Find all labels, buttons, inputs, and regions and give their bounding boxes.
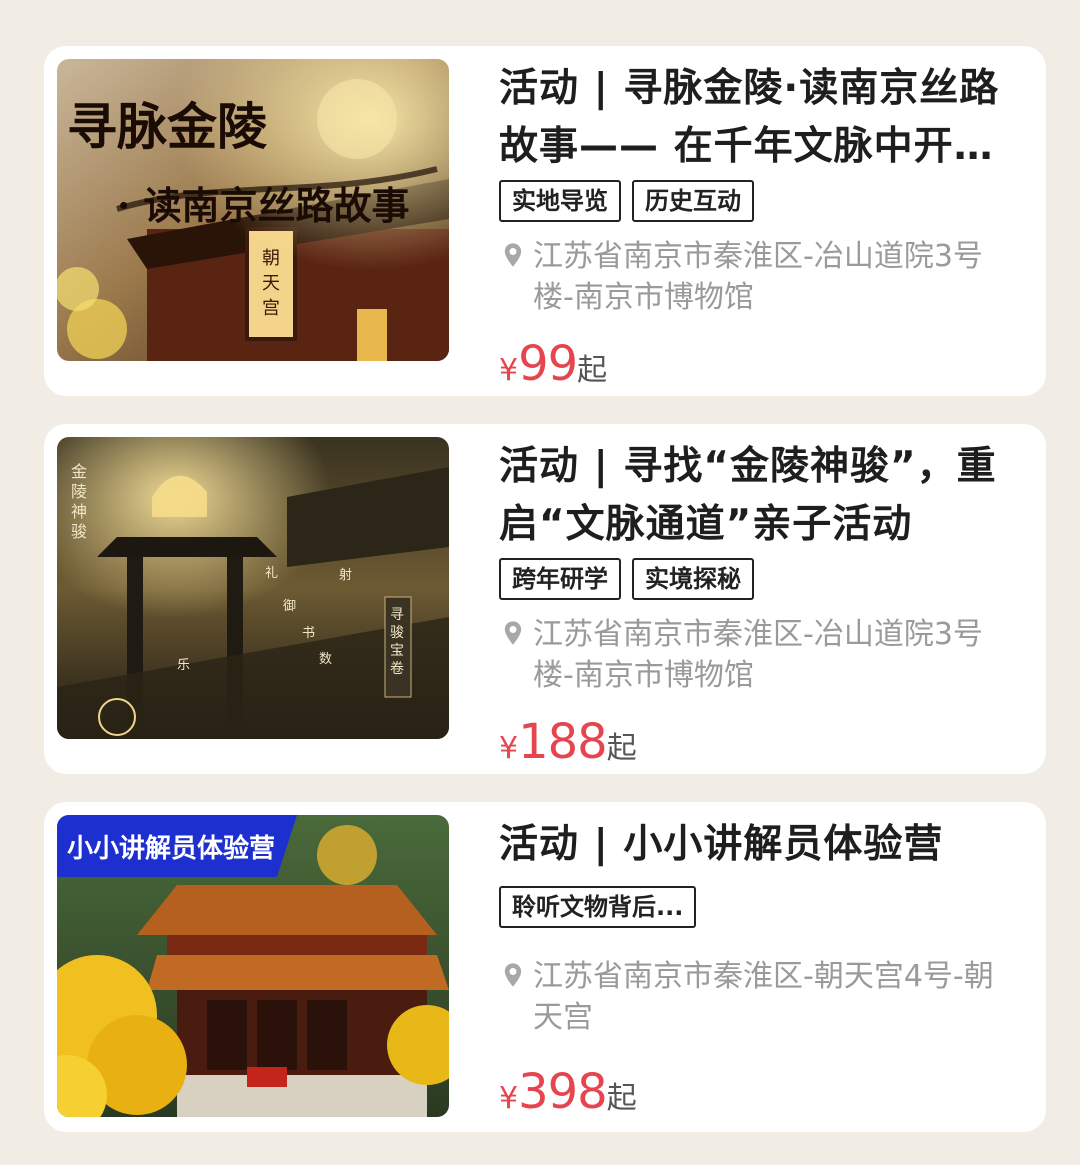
price-amount: 188 [518,714,608,770]
location: 江苏省南京市秦淮区-朝天宫4号-朝天宫 [499,956,1022,1038]
svg-text:书: 书 [302,626,315,641]
currency-symbol: ¥ [499,1081,519,1116]
price-amount: 99 [518,336,578,392]
activity-image-art: 寻脉金陵 · 读南京丝路故事 朝 天 宫 [57,59,449,361]
location: 江苏省南京市秦淮区-冶山道院3号楼-南京市博物馆 [499,236,1022,318]
location-text: 江苏省南京市秦淮区-冶山道院3号楼-南京市博物馆 [533,239,983,315]
activity-image[interactable]: 金 陵 神 骏 礼 射 御 书 数 乐 寻 骏 宝 卷 [57,437,449,739]
tag: 聆听文物背后... [499,886,697,928]
currency-symbol: ¥ [499,731,519,766]
location-text: 江苏省南京市秦淮区-朝天宫4号-朝天宫 [533,959,994,1035]
activity-title[interactable]: 活动 | 寻找“金陵神骏”，重启“文脉通道”亲子活动 [499,438,1022,554]
activity-card[interactable]: 寻脉金陵 · 读南京丝路故事 朝 天 宫 活动 | 寻脉金陵·读南京丝路故事——… [44,46,1046,396]
activity-info: 活动 | 寻脉金陵·读南京丝路故事—— 在千年文脉中开… 实地导览 历史互动 江… [499,60,1022,392]
activity-image[interactable]: 寻脉金陵 · 读南京丝路故事 朝 天 宫 [57,59,449,361]
tag: 实地导览 [499,180,621,222]
price-suffix: 起 [606,1081,637,1116]
svg-text:乐: 乐 [177,658,190,673]
tag: 实境探秘 [632,558,754,600]
svg-text:寻: 寻 [390,607,404,623]
activity-title[interactable]: 活动 | 小小讲解员体验营 [499,816,1022,874]
activity-info: 活动 | 寻找“金陵神骏”，重启“文脉通道”亲子活动 跨年研学 实境探秘 江苏省… [499,438,1022,770]
svg-text:神: 神 [71,502,87,521]
svg-text:骏: 骏 [71,522,87,541]
svg-text:朝: 朝 [262,248,280,269]
image-title-text: 金 [71,462,87,481]
price-suffix: 起 [606,731,637,766]
activity-title[interactable]: 活动 | 寻脉金陵·读南京丝路故事—— 在千年文脉中开… [499,60,1022,176]
tag-list: 聆听文物背后... [499,886,1022,930]
svg-text:宝: 宝 [390,643,404,659]
activity-card[interactable]: 小小讲解员体验营 活动 | 小小讲解员体验营 聆听文物背后... 江苏省南京市秦… [44,802,1046,1132]
svg-text:数: 数 [319,652,332,667]
image-title-text: 寻脉金陵 [67,97,267,156]
svg-text:御: 御 [283,599,296,614]
location: 江苏省南京市秦淮区-冶山道院3号楼-南京市博物馆 [499,614,1022,696]
price: ¥99起 [499,336,1022,392]
tag-list: 实地导览 历史互动 [499,180,1022,224]
activity-image-art: 小小讲解员体验营 [57,815,449,1117]
image-title-text: 小小讲解员体验营 [67,833,275,864]
activity-image-art: 金 陵 神 骏 礼 射 御 书 数 乐 寻 骏 宝 卷 [57,437,449,739]
location-pin-icon [504,621,522,645]
svg-text:宫: 宫 [262,298,280,319]
svg-text:礼: 礼 [265,565,278,581]
currency-symbol: ¥ [499,353,519,388]
svg-text:卷: 卷 [390,661,404,677]
svg-text:骏: 骏 [390,625,404,641]
tag-list: 跨年研学 实境探秘 [499,558,1022,602]
svg-text:天: 天 [262,273,280,294]
svg-text:陵: 陵 [71,482,87,501]
location-text: 江苏省南京市秦淮区-冶山道院3号楼-南京市博物馆 [533,617,983,693]
svg-text:· 读南京丝路故事: · 读南京丝路故事 [117,183,409,228]
location-pin-icon [504,963,522,987]
activity-info: 活动 | 小小讲解员体验营 聆听文物背后... 江苏省南京市秦淮区-朝天宫4号-… [499,816,1022,1120]
activity-image[interactable]: 小小讲解员体验营 [57,815,449,1117]
tag: 跨年研学 [499,558,621,600]
location-pin-icon [504,243,522,267]
price: ¥398起 [499,1064,1022,1120]
price-amount: 398 [518,1064,608,1120]
price: ¥188起 [499,714,1022,770]
price-suffix: 起 [577,353,608,388]
activity-card[interactable]: 金 陵 神 骏 礼 射 御 书 数 乐 寻 骏 宝 卷 活动 | 寻找“金陵神骏… [44,424,1046,774]
tag: 历史互动 [632,180,754,222]
svg-text:射: 射 [339,567,352,583]
